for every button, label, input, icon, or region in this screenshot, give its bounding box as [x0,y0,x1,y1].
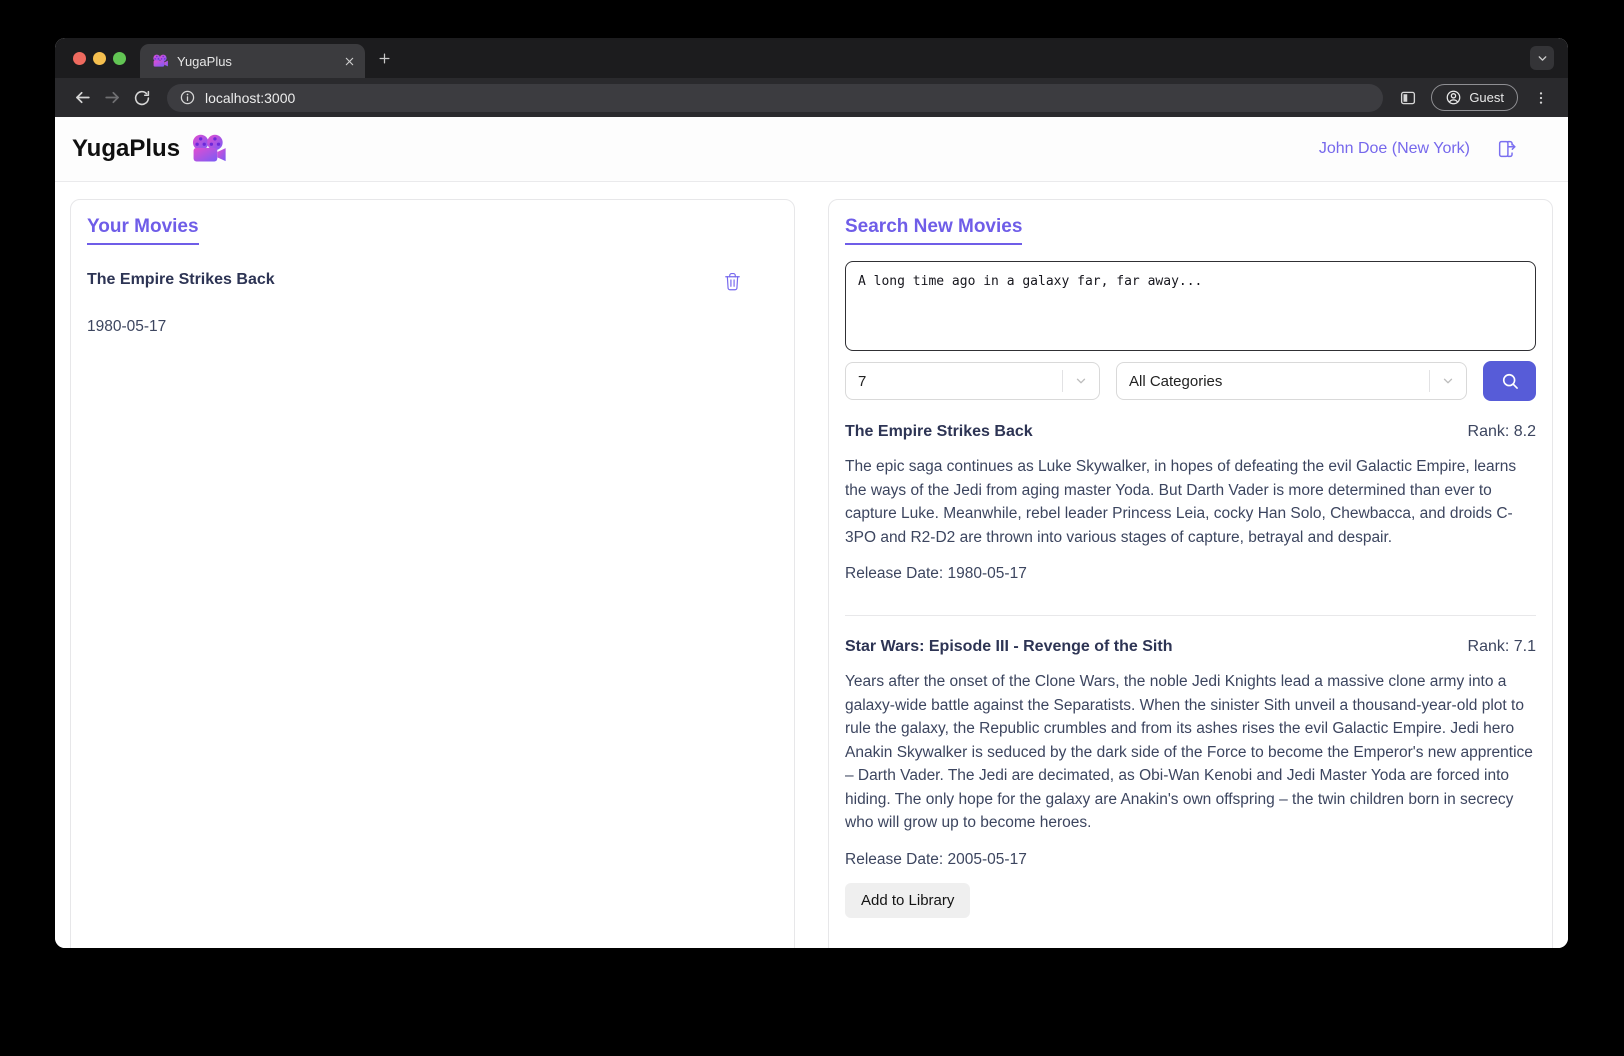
browser-menu-icon[interactable] [1526,83,1556,113]
app-header: YugaPlus John Doe ( [55,117,1568,182]
result-description: Years after the onset of the Clone Wars,… [845,670,1536,835]
search-heading: Search New Movies [845,216,1022,245]
minimize-window-button[interactable] [93,52,106,65]
library-movie-date: 1980-05-17 [87,318,778,336]
result-release-date: Release Date: 1980-05-17 [845,565,1536,583]
site-info-icon[interactable] [179,89,196,106]
your-movies-heading: Your Movies [87,216,199,245]
guest-avatar-icon [1445,89,1462,106]
brand: YugaPlus [72,134,228,164]
browser-window: YugaPlus localhost:3000 [55,38,1568,948]
forward-icon[interactable] [97,83,127,113]
user-name[interactable]: John Doe (New York) [1319,140,1470,158]
result-header: The Empire Strikes Back Rank: 8.2 [845,423,1536,441]
close-window-button[interactable] [73,52,86,65]
result-divider [845,615,1536,616]
results-limit-value: 7 [846,373,1062,390]
logout-icon[interactable] [1496,138,1518,160]
reload-icon[interactable] [127,83,157,113]
tab-strip: YugaPlus [55,38,1568,78]
profile-button[interactable]: Guest [1431,84,1518,111]
url-text: localhost:3000 [205,90,295,106]
back-icon[interactable] [67,83,97,113]
main-content: Your Movies The Empire Strikes Back 1980… [55,182,1568,948]
address-bar[interactable]: localhost:3000 [167,84,1383,112]
favicon-movie-camera-icon [152,54,169,68]
tab-title: YugaPlus [177,54,344,69]
search-result: The Empire Strikes Back Rank: 8.2 The ep… [845,423,1536,583]
result-rank: Rank: 7.1 [1468,638,1536,656]
user-area: John Doe (New York) [1319,138,1518,160]
browser-tab[interactable]: YugaPlus [140,44,365,78]
category-select[interactable]: All Categories [1116,362,1467,400]
result-release-date: Release Date: 2005-05-17 [845,851,1536,869]
search-button[interactable] [1483,361,1536,401]
guest-label: Guest [1469,90,1504,105]
results-limit-select[interactable]: 7 [845,362,1100,400]
library-movie-title: The Empire Strikes Back [87,271,275,289]
search-controls: 7 All Categories [845,361,1536,401]
traffic-lights [73,52,126,65]
zoom-window-button[interactable] [113,52,126,65]
search-result: Star Wars: Episode III - Revenge of the … [845,638,1536,918]
movie-camera-logo-icon [190,134,228,164]
your-movies-panel: Your Movies The Empire Strikes Back 1980… [70,199,795,948]
new-tab-button[interactable] [377,51,392,66]
search-query-input[interactable]: A long time ago in a galaxy far, far awa… [845,261,1536,351]
search-icon [1500,371,1520,391]
chevron-down-icon [1430,374,1466,388]
delete-movie-trash-icon[interactable] [723,271,742,292]
chevron-down-icon [1063,374,1099,388]
result-title: Star Wars: Episode III - Revenge of the … [845,638,1172,656]
category-value: All Categories [1117,373,1429,390]
result-header: Star Wars: Episode III - Revenge of the … [845,638,1536,656]
tab-search-chevron-icon[interactable] [1530,46,1554,70]
side-panel-icon[interactable] [1393,83,1423,113]
tab-close-icon[interactable] [344,56,355,67]
library-movie-row: The Empire Strikes Back [87,271,778,292]
result-rank: Rank: 8.2 [1468,423,1536,441]
add-to-library-button[interactable]: Add to Library [845,883,970,918]
brand-name: YugaPlus [72,135,180,163]
yugaplus-page: YugaPlus John Doe ( [55,117,1568,948]
result-description: The epic saga continues as Luke Skywalke… [845,455,1536,549]
result-title: The Empire Strikes Back [845,423,1033,441]
search-panel: Search New Movies A long time ago in a g… [828,199,1553,948]
browser-toolbar: localhost:3000 Guest [55,78,1568,117]
